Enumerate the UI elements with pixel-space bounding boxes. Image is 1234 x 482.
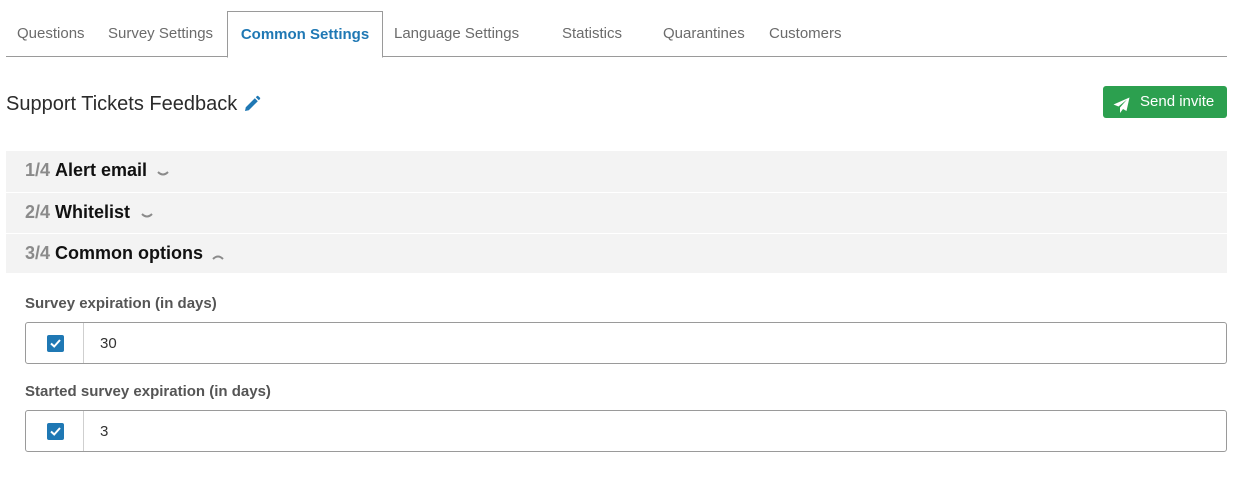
accordion-item-common-options[interactable]: 3/4 Common options (6, 233, 1227, 274)
tab-customers[interactable]: Customers (769, 11, 842, 57)
survey-expiration-input[interactable] (84, 323, 1224, 363)
checkmark-icon (50, 427, 61, 436)
tab-language-settings[interactable]: Language Settings (394, 11, 519, 57)
survey-title: Support Tickets Feedback (6, 93, 238, 115)
tab-survey-settings[interactable]: Survey Settings (108, 11, 213, 57)
chevron-up-icon (212, 249, 224, 260)
tab-quarantines[interactable]: Quarantines (663, 11, 745, 57)
checkbox-addon (26, 323, 84, 363)
accordion-item-whitelist[interactable]: 2/4 Whitelist (6, 192, 1227, 233)
send-invite-label: Send invite (1140, 93, 1215, 110)
started-survey-expiration-checkbox[interactable] (47, 423, 64, 440)
section-number: 1/4 (25, 160, 51, 180)
started-survey-expiration-label: Started survey expiration (in days) (25, 383, 271, 400)
checkbox-addon (26, 411, 84, 451)
section-label: Common options (55, 243, 203, 263)
chevron-down-icon (141, 208, 153, 218)
section-number: 2/4 (25, 202, 51, 222)
tab-statistics[interactable]: Statistics (562, 11, 622, 57)
accordion-item-alert-email[interactable]: 1/4 Alert email (6, 151, 1227, 191)
tab-questions[interactable]: Questions (17, 11, 85, 57)
started-survey-expiration-group (25, 410, 1227, 452)
paper-plane-icon (1113, 94, 1130, 113)
chevron-down-icon (157, 166, 169, 176)
send-invite-button[interactable]: Send invite (1103, 86, 1227, 118)
tab-common-settings[interactable]: Common Settings (227, 11, 383, 58)
section-label: Whitelist (55, 202, 130, 222)
survey-expiration-label: Survey expiration (in days) (25, 295, 217, 312)
tab-bar: Questions Survey Settings Common Setting… (6, 11, 1227, 58)
started-survey-expiration-input[interactable] (84, 411, 1224, 451)
survey-expiration-group (25, 322, 1227, 364)
survey-expiration-checkbox[interactable] (47, 335, 64, 352)
pencil-icon[interactable] (243, 95, 261, 113)
settings-accordion: 1/4 Alert email 2/4 Whitelist 3/4 Common… (6, 151, 1227, 273)
section-label: Alert email (55, 160, 148, 180)
section-number: 3/4 (25, 243, 51, 263)
checkmark-icon (50, 339, 61, 348)
